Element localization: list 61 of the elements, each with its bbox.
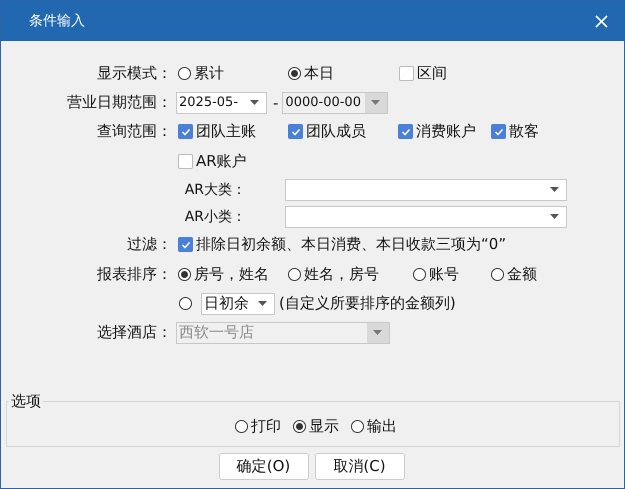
field-label: 选择酒店：	[96, 323, 172, 342]
caret-icon	[258, 301, 267, 306]
checkbox[interactable]	[399, 66, 414, 81]
radio-button[interactable]	[413, 268, 426, 280]
option-label: 输出	[367, 417, 397, 436]
field-label: 显示模式：	[96, 64, 172, 83]
column-dropdown[interactable]: 日初余	[201, 292, 275, 314]
radio-button[interactable]	[288, 268, 301, 280]
field-label: AR小类：	[184, 208, 246, 226]
ok-button[interactable]: 确定(O)	[218, 453, 308, 480]
radio-button[interactable]	[178, 268, 191, 280]
option-label: 打印	[251, 417, 281, 436]
check-icon	[180, 240, 190, 250]
check-icon	[290, 126, 300, 136]
checkbox[interactable]	[178, 124, 193, 139]
checkbox[interactable]	[491, 124, 506, 139]
caret-icon	[373, 330, 382, 335]
cancel-button[interactable]: 取消(C)	[314, 453, 404, 480]
caret-icon	[250, 100, 259, 105]
option-label: 显示	[309, 417, 339, 436]
option-label: 区间	[417, 64, 447, 83]
radio-button[interactable]	[178, 67, 191, 80]
option-label: 排除日初余额、本日消费、本日收款三项为“0”	[196, 235, 506, 254]
field-label: 查询范围：	[96, 122, 172, 141]
radio-button[interactable]	[351, 420, 364, 433]
hint-text: (自定义所要排序的金额列)	[279, 294, 456, 313]
radio-button[interactable]	[293, 420, 306, 433]
group-title: 选项	[10, 392, 42, 411]
checkbox[interactable]	[288, 124, 303, 139]
option-label: 金额	[507, 264, 537, 284]
radio-button[interactable]	[179, 297, 192, 310]
caret-icon	[371, 100, 380, 105]
field-label: 报表排序：	[96, 264, 172, 284]
checkbox[interactable]	[398, 124, 413, 139]
option-label: 账号	[429, 264, 459, 284]
checkbox[interactable]	[178, 237, 193, 252]
caret-icon	[550, 187, 559, 192]
option-label: 消费账户	[416, 122, 476, 141]
window-title: 条件输入	[29, 12, 85, 30]
check-icon	[494, 126, 504, 136]
option-label: 本日	[304, 64, 334, 83]
check-icon	[180, 126, 190, 136]
caret-icon	[550, 214, 559, 219]
field-label: 营业日期范围：	[66, 93, 172, 112]
field-label: AR大类：	[184, 180, 246, 198]
option-label: 房号，姓名	[194, 264, 269, 284]
date-dropdown[interactable]: 2025-05-	[176, 92, 267, 114]
option-label: 姓名，房号	[304, 264, 379, 284]
radio-button[interactable]	[235, 420, 248, 433]
check-icon	[400, 126, 410, 136]
option-label: AR账户	[196, 152, 247, 170]
checkbox[interactable]	[178, 154, 193, 168]
radio-button[interactable]	[288, 67, 301, 80]
radio-button[interactable]	[491, 268, 504, 280]
option-label: 累计	[194, 64, 224, 83]
close-icon[interactable]	[595, 14, 608, 28]
option-label: 团队成员	[306, 122, 366, 141]
range-separator: -	[273, 94, 278, 112]
option-label: 散客	[509, 122, 539, 141]
option-label: 团队主账	[196, 122, 256, 141]
field-label: 过滤：	[126, 235, 172, 254]
